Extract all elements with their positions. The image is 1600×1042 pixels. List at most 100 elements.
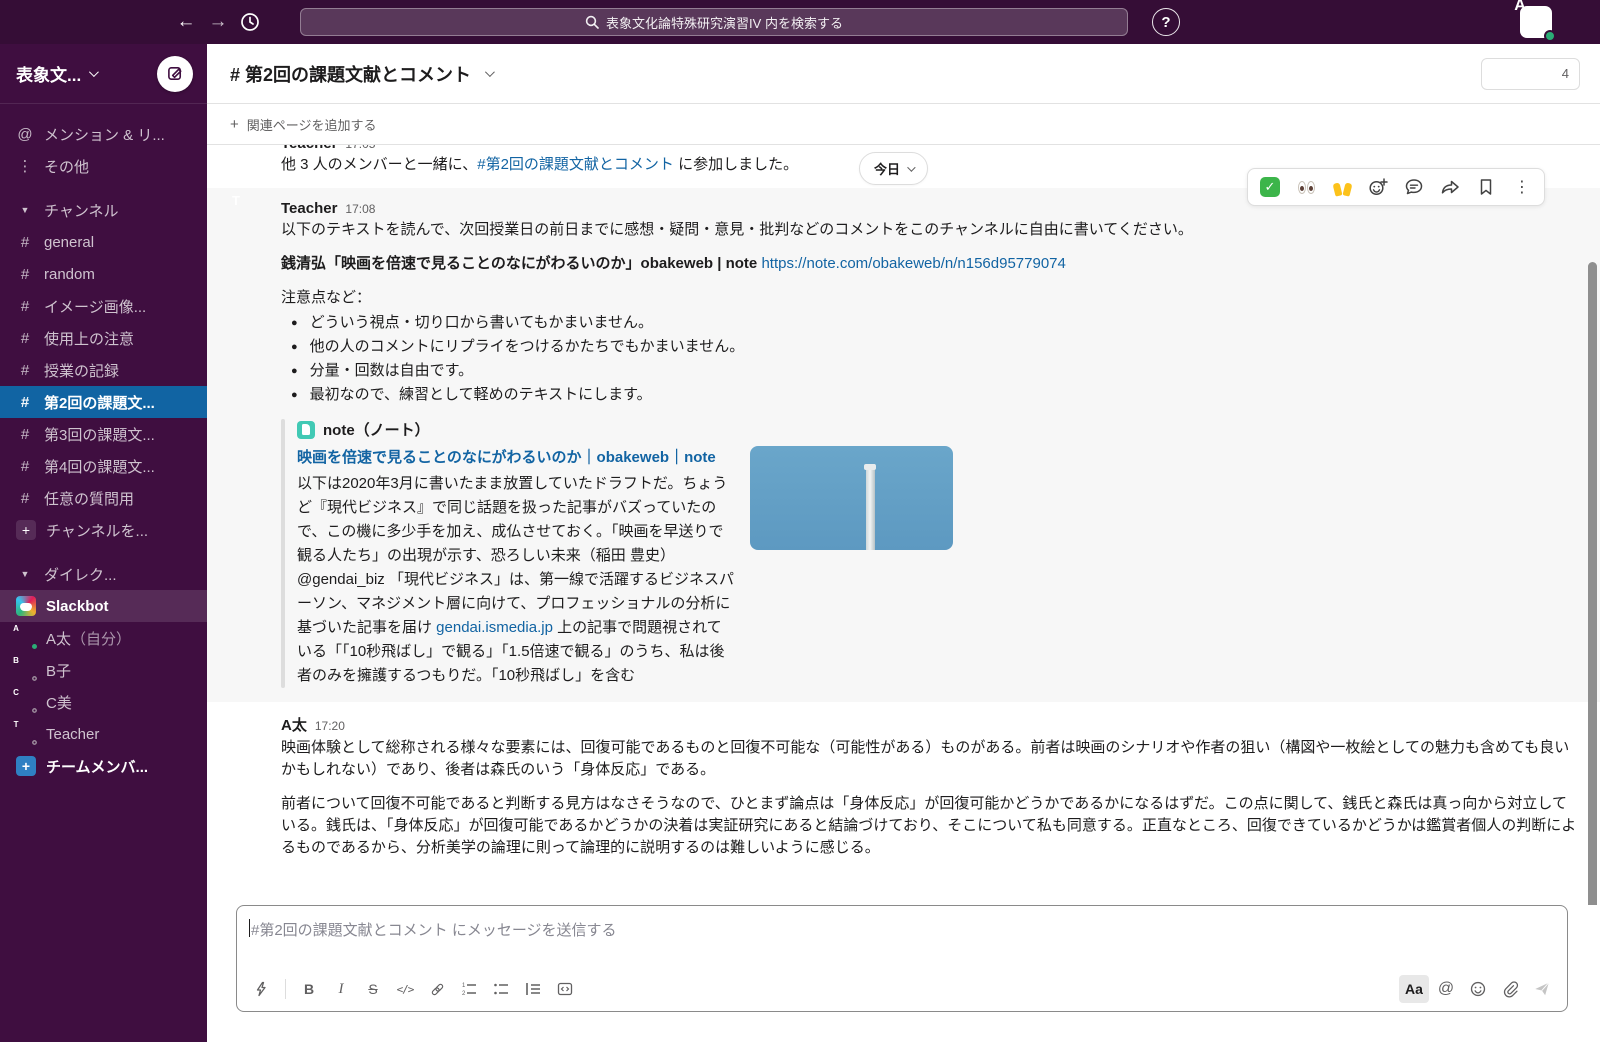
sidebar-dm-bko[interactable]: B B子 (0, 654, 207, 686)
channel-title-button[interactable]: # 第2回の課題文献とコメント (230, 61, 492, 87)
help-button[interactable]: ? (1152, 8, 1180, 36)
sidebar-channel-general[interactable]: #general (0, 226, 207, 258)
top-bar: ← → 表象文化論特殊研究演習IV 内を検索する ? A (0, 0, 1600, 44)
link-button[interactable] (422, 975, 452, 1003)
save-for-later-button[interactable] (1470, 172, 1502, 202)
chimney-tower-image (866, 464, 875, 550)
italic-button[interactable]: I (326, 975, 356, 1003)
sidebar-dm-cmi[interactable]: C C美 (0, 686, 207, 718)
share-icon (1440, 177, 1460, 197)
more-vertical-icon: ⋮ (16, 157, 34, 175)
sidebar-channel-usage-notes[interactable]: #使用上の注意 (0, 322, 207, 354)
quick-reaction-raised-hands-button[interactable] (1326, 172, 1358, 202)
sidebar-channel-session4[interactable]: #第4回の課題文... (0, 450, 207, 482)
bulleted-list-button[interactable] (486, 975, 516, 1003)
history-back-button[interactable]: ← (170, 6, 202, 38)
member-list-button[interactable]: T A B 4 (1481, 58, 1580, 90)
blockquote-icon (525, 981, 541, 997)
workspace-header[interactable]: 表象文... (0, 44, 207, 104)
sidebar-dm-teacher[interactable]: T Teacher (0, 718, 207, 750)
send-button[interactable] (1527, 975, 1557, 1003)
show-formatting-button[interactable]: Aa (1399, 975, 1429, 1003)
emoji-button[interactable] (1463, 975, 1493, 1003)
section-label: チャンネル (44, 200, 119, 221)
message-author[interactable]: Teacher (281, 200, 337, 217)
sidebar-channel-class-records[interactable]: #授業の記録 (0, 354, 207, 386)
sidebar-item-label: その他 (44, 156, 89, 177)
slack-app: ← → 表象文化論特殊研究演習IV 内を検索する ? A 表象文... (0, 0, 1600, 1042)
message-actions-toolbar: ✓ ⋮ (1247, 168, 1545, 206)
at-icon: @ (16, 126, 34, 143)
message-author[interactable]: A太 (281, 714, 307, 735)
message-author[interactable]: Teacher (281, 145, 337, 152)
sidebar-invite-members[interactable]: + チームメンバ... (0, 750, 207, 782)
link-preview-card: note（ノート） 映画を倍速で見ることのなにがわるいのか｜obakeweb｜n… (281, 419, 1580, 688)
toolbar-divider (285, 979, 286, 999)
message-list: T Teacher 17:05 他 3 人のメンバーと一緒に、#第2回の課題文献… (207, 145, 1600, 905)
sidebar-item-more[interactable]: ⋮ その他 (0, 150, 207, 182)
sidebar-channel-session3[interactable]: #第3回の課題文... (0, 418, 207, 450)
teacher-message[interactable]: T Teacher 17:08 以下のテキストを読んで、次回授業日の前日までに感… (207, 188, 1600, 702)
sidebar-channel-image[interactable]: #イメージ画像... (0, 290, 207, 322)
code-block-button[interactable] (550, 975, 580, 1003)
history-forward-button[interactable]: → (202, 6, 234, 38)
channels-section-header[interactable]: ▼ チャンネル (0, 194, 207, 226)
dm-label: B子 (46, 660, 71, 681)
channel-label: 第2回の課題文... (44, 392, 155, 413)
new-message-button[interactable] (157, 56, 193, 92)
sidebar-channel-random[interactable]: #random (0, 258, 207, 290)
sidebar-dm-slackbot[interactable]: Slackbot (0, 590, 207, 622)
shortcuts-button[interactable] (247, 975, 277, 1003)
bullet-list: ●どういう視点・切り口から書いてもかまいません。 ●他の人のコメントにリプライを… (281, 311, 1580, 407)
vertical-scrollbar[interactable] (1588, 262, 1597, 905)
blockquote-button[interactable] (518, 975, 548, 1003)
bookmark-icon (1476, 177, 1496, 197)
history-clock-icon[interactable] (234, 6, 266, 38)
strikethrough-button[interactable]: S (358, 975, 388, 1003)
search-input[interactable]: 表象文化論特殊研究演習IV 内を検索する (300, 8, 1128, 36)
reply-in-thread-button[interactable] (1398, 172, 1430, 202)
bullet-icon: ● (291, 335, 298, 359)
avatar: A (16, 628, 36, 648)
search-icon (585, 15, 599, 29)
message-timestamp[interactable]: 17:08 (345, 202, 375, 216)
message-composer[interactable]: #第2回の課題文献とコメント にメッセージを送信する B I S </> 1 (236, 905, 1568, 1012)
plus-icon: + (230, 116, 239, 133)
share-message-button[interactable] (1434, 172, 1466, 202)
svg-text:1: 1 (462, 983, 466, 989)
bold-button[interactable]: B (294, 975, 324, 1003)
message-timestamp[interactable]: 17:20 (315, 719, 345, 733)
user-avatar[interactable]: A (1520, 6, 1552, 38)
message-input[interactable]: #第2回の課題文献とコメント にメッセージを送信する (237, 906, 1567, 967)
quick-reaction-eyes-button[interactable] (1290, 172, 1322, 202)
message-timestamp[interactable]: 17:05 (345, 145, 375, 151)
ataro-message[interactable]: A A太 17:20 映画体験として総称される様々な要素には、回復可能であるもの… (207, 710, 1600, 863)
composer-placeholder: #第2回の課題文献とコメント にメッセージを送信する (251, 919, 617, 940)
avatar: T (236, 200, 272, 236)
more-actions-button[interactable]: ⋮ (1506, 172, 1538, 202)
quick-reaction-check-button[interactable]: ✓ (1254, 172, 1286, 202)
sidebar-channel-session2-selected[interactable]: #第2回の課題文... (0, 386, 207, 418)
gendai-link[interactable]: gendai.ismedia.jp (436, 619, 553, 636)
channel-link[interactable]: #第2回の課題文献とコメント (477, 156, 674, 173)
sidebar-dm-ataro[interactable]: A A太（自分） (0, 622, 207, 654)
inline-code-button[interactable]: </> (390, 975, 420, 1003)
add-reaction-button[interactable] (1362, 172, 1394, 202)
article-url-link[interactable]: https://note.com/obakeweb/n/n156d9577907… (761, 255, 1065, 272)
hash-icon: # (16, 266, 34, 283)
date-divider-button[interactable]: 今日 (859, 152, 928, 185)
sidebar-channel-questions[interactable]: #任意の質問用 (0, 482, 207, 514)
presence-indicator (1544, 30, 1556, 42)
white-check-mark-emoji: ✓ (1260, 177, 1280, 197)
article-title-link[interactable]: 映画を倍速で見ることのなにがわるいのか｜obakeweb｜note (297, 446, 734, 470)
article-thumbnail-image[interactable] (750, 446, 953, 550)
sidebar-item-mentions[interactable]: @ メンション & リ... (0, 118, 207, 150)
dm-section-header[interactable]: ▼ ダイレク... (0, 558, 207, 590)
ordered-list-button[interactable]: 12 (454, 975, 484, 1003)
mention-button[interactable]: @ (1431, 975, 1461, 1003)
add-bookmark-button[interactable]: + 関連ページを追加する (230, 115, 377, 134)
sidebar-add-channel[interactable]: + チャンネルを... (0, 514, 207, 546)
attach-file-button[interactable] (1495, 975, 1525, 1003)
text-cursor (249, 919, 250, 937)
channel-title: # 第2回の課題文献とコメント (230, 61, 471, 87)
